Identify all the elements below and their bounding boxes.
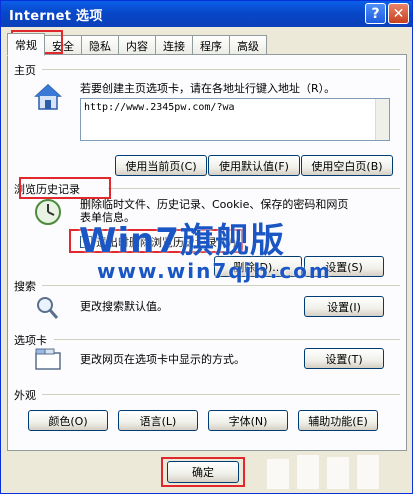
window-title: Internet 选项 — [9, 8, 103, 24]
highlight-history-label — [19, 177, 111, 199]
tabbed-window-icon — [35, 348, 61, 370]
tab-connections[interactable]: 连接 — [155, 35, 193, 55]
home-url-textarea[interactable]: http://www.2345pw.com/?wa — [80, 98, 390, 141]
colors-button[interactable]: 颜色(O) — [28, 410, 108, 431]
history-description-line1: 删除临时文件、历史记录、Cookie、保存的密码和网页 — [80, 198, 349, 211]
search-section-label: 搜索 — [14, 280, 36, 293]
home-description: 若要创建主页选项卡，请在各地址行键入地址（R）。 — [80, 82, 336, 95]
highlight-ok-button — [161, 457, 245, 487]
home-url-value: http://www.2345pw.com/?wa — [84, 102, 235, 113]
tab-general[interactable]: 常规 — [7, 33, 45, 56]
house-icon — [34, 83, 62, 110]
tabs-settings-button[interactable]: 设置(T) — [304, 348, 384, 369]
search-divider — [42, 285, 400, 286]
home-url-scrollbar[interactable] — [375, 99, 389, 140]
dialog-button-bar: 确定 — [1, 453, 412, 493]
tab-programs[interactable]: 程序 — [192, 35, 230, 55]
tabs-description: 更改网页在选项卡中显示的方式。 — [80, 353, 245, 366]
watermark-url: www.win7qjb.com — [97, 259, 332, 283]
search-description: 更改搜索默认值。 — [80, 300, 168, 313]
watermark-graphic — [267, 455, 379, 489]
appearance-divider — [42, 394, 400, 395]
tab-privacy[interactable]: 隐私 — [81, 35, 119, 55]
history-divider — [108, 188, 400, 189]
use-default-button[interactable]: 使用默认值(F) — [208, 155, 300, 176]
tabs-section-label: 选项卡 — [14, 334, 47, 347]
tab-content[interactable]: 内容 — [118, 35, 156, 55]
tab-advanced[interactable]: 高级 — [229, 35, 267, 55]
home-divider — [42, 69, 400, 70]
fonts-button[interactable]: 字体(N) — [208, 410, 288, 431]
appearance-section-label: 外观 — [14, 389, 36, 402]
accessibility-button[interactable]: 辅助功能(E) — [298, 410, 378, 431]
title-bar: Internet 选项 ? ✕ — [1, 1, 412, 27]
search-settings-button[interactable]: 设置(I) — [304, 296, 384, 317]
languages-button[interactable]: 语言(L) — [118, 410, 198, 431]
use-blank-button[interactable]: 使用空白页(B) — [301, 155, 393, 176]
watermark-logo: Win7旗舰版 — [79, 221, 286, 261]
magnifier-icon — [37, 297, 59, 319]
tabs-divider — [54, 339, 400, 340]
help-button[interactable]: ? — [365, 3, 386, 24]
internet-options-dialog: Internet 选项 ? ✕ 常规 安全 隐私 内容 连接 程序 高级 主页 … — [0, 0, 413, 494]
history-clock-icon — [35, 199, 61, 225]
use-current-button[interactable]: 使用当前页(C) — [115, 155, 207, 176]
home-section-label: 主页 — [14, 64, 36, 77]
close-button[interactable]: ✕ — [388, 3, 409, 24]
